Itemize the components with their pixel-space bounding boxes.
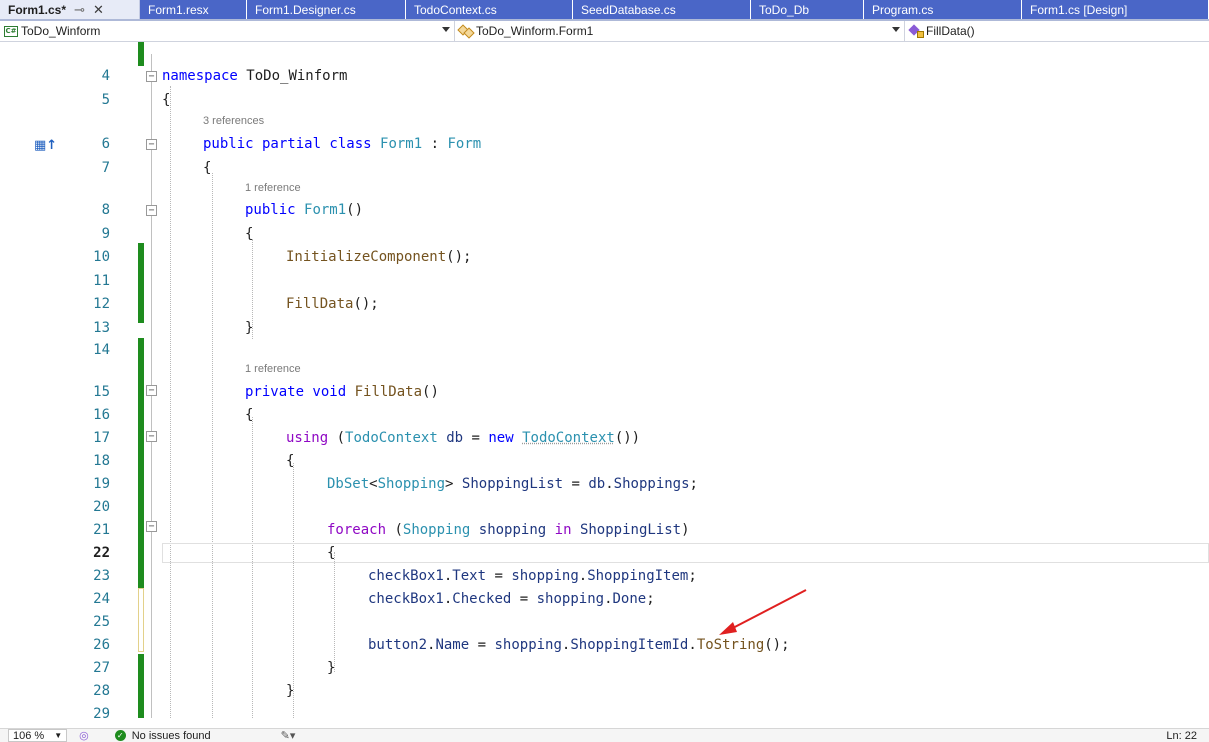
chevron-down-icon: ▼ [54, 731, 63, 740]
check-icon: ✓ [114, 730, 126, 741]
issues-status[interactable]: No issues found [132, 730, 211, 742]
tab-label: ToDo_Db [759, 2, 810, 17]
tab-form1-cs-design[interactable]: Form1.cs [Design] [1022, 0, 1209, 19]
tab-todocontext-cs[interactable]: TodoContext.cs [406, 0, 573, 19]
code-editor[interactable]: − − − − − − ▦↑ 4 namespace ToDo_Winform … [0, 42, 1209, 728]
tab-seeddatabase-cs[interactable]: SeedDatabase.cs [573, 0, 751, 19]
navigation-bar: C# ToDo_Winform ToDo_Winform.Form1 FillD… [0, 21, 1209, 42]
tab-todo-db[interactable]: ToDo_Db [751, 0, 864, 19]
zoom-dropdown[interactable]: 106 % ▼ [8, 729, 68, 742]
project-name: ToDo_Winform [21, 24, 101, 38]
tab-label: Form1.cs [Design] [1030, 2, 1128, 17]
member-dropdown[interactable]: FillData() [905, 21, 1209, 41]
project-dropdown[interactable]: C# ToDo_Winform [0, 21, 455, 41]
tab-label: Program.cs [872, 2, 934, 17]
close-icon[interactable]: ✕ [93, 2, 104, 18]
tab-label: SeedDatabase.cs [581, 2, 676, 17]
cursor-position[interactable]: Ln: 22 [1166, 730, 1197, 742]
chevron-down-icon[interactable] [892, 27, 900, 32]
tab-form1-resx[interactable]: Form1.resx [140, 0, 247, 19]
csharp-project-icon: C# [4, 25, 18, 37]
status-bar: 106 % ▼ ◎ ✓ No issues found ✎▾ Ln: 22 [0, 728, 1209, 742]
tab-label: TodoContext.cs [414, 2, 497, 17]
tab-form1-cs[interactable]: Form1.cs* ⊸ ✕ [0, 0, 140, 19]
brush-icon[interactable]: ✎▾ [281, 729, 296, 742]
zoom-level: 106 % [13, 729, 45, 742]
tab-form1-designer-cs[interactable]: Form1.Designer.cs [247, 0, 406, 19]
annotation-arrow [719, 589, 807, 635]
class-dropdown[interactable]: ToDo_Winform.Form1 [455, 21, 905, 41]
tab-program-cs[interactable]: Program.cs [864, 0, 1022, 19]
chevron-down-icon[interactable] [442, 27, 450, 32]
class-icon [459, 25, 473, 37]
copilot-icon[interactable]: ◎ [79, 729, 89, 742]
tab-label: Form1.cs* [8, 2, 67, 17]
document-tab-strip: Form1.cs* ⊸ ✕ Form1.resx Form1.Designer.… [0, 0, 1209, 21]
member-name: FillData() [926, 24, 975, 38]
tab-label: Form1.Designer.cs [255, 2, 356, 17]
tab-label: Form1.resx [148, 2, 209, 17]
class-name: ToDo_Winform.Form1 [476, 24, 594, 38]
method-icon [909, 25, 924, 38]
pin-icon[interactable]: ⊸ [74, 2, 85, 18]
